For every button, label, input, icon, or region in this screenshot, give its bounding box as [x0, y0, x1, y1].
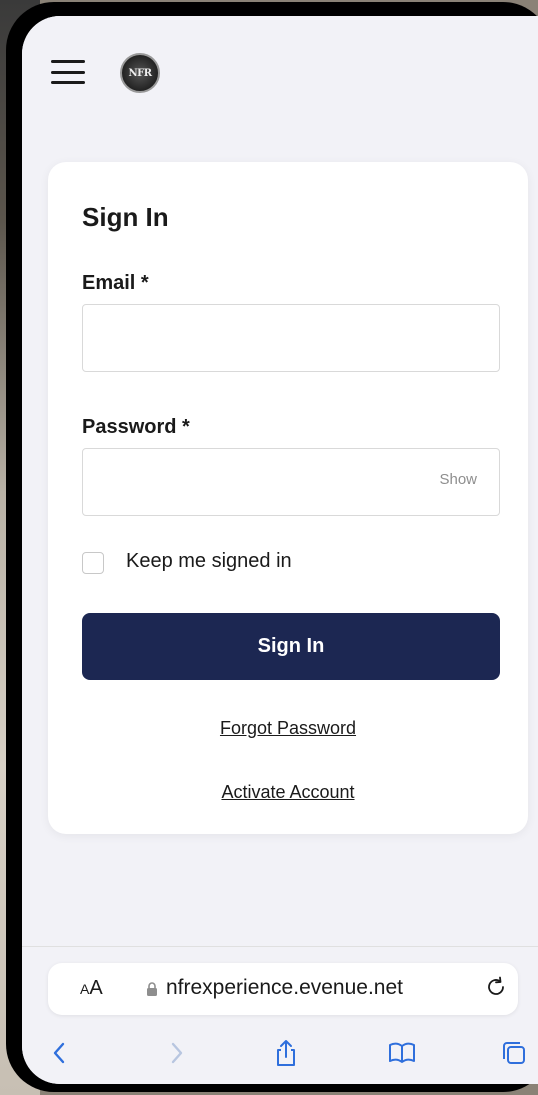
tabs-icon[interactable]: [500, 1039, 528, 1067]
lock-icon: [147, 982, 157, 996]
phone-frame: NFR Sign In Email * Password * Show Keep…: [6, 2, 538, 1092]
sign-in-button[interactable]: Sign In: [82, 613, 500, 680]
password-field[interactable]: Show: [82, 448, 500, 516]
address-bar[interactable]: AA nfrexperience.evenue.net: [48, 963, 518, 1015]
bookmarks-icon[interactable]: [388, 1039, 416, 1067]
url-text[interactable]: nfrexperience.evenue.net: [166, 976, 403, 1000]
keep-signed-in-label[interactable]: Keep me signed in: [126, 550, 292, 573]
logo-text: NFR: [128, 67, 152, 79]
password-label: Password *: [82, 416, 190, 438]
reload-icon[interactable]: [484, 975, 508, 999]
forgot-password-link[interactable]: Forgot Password: [48, 718, 528, 739]
site-header: NFR: [22, 16, 538, 116]
email-label: Email *: [82, 272, 149, 294]
text-size-button[interactable]: AA: [80, 977, 103, 1000]
nfr-logo[interactable]: NFR: [120, 53, 160, 93]
signin-card: Sign In Email * Password * Show Keep me …: [48, 162, 528, 834]
signin-title: Sign In: [82, 202, 169, 232]
browser-toolbar: [22, 1035, 538, 1075]
keep-signed-in-checkbox[interactable]: [82, 552, 104, 574]
share-icon[interactable]: [272, 1039, 300, 1067]
forward-icon[interactable]: [162, 1039, 190, 1067]
screen: NFR Sign In Email * Password * Show Keep…: [22, 16, 538, 1084]
email-field[interactable]: [82, 304, 500, 372]
activate-account-link[interactable]: Activate Account: [48, 782, 528, 803]
back-icon[interactable]: [46, 1039, 74, 1067]
hamburger-menu-icon[interactable]: [51, 60, 85, 84]
show-password-button[interactable]: Show: [439, 471, 477, 488]
browser-bottom-bar: AA nfrexperience.evenue.net: [22, 946, 538, 1084]
